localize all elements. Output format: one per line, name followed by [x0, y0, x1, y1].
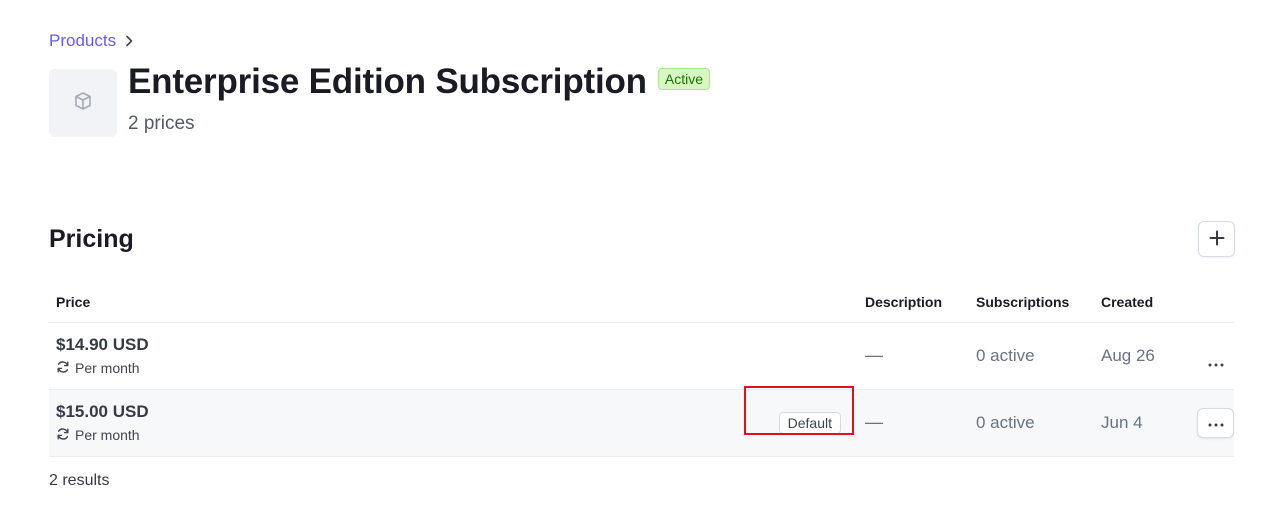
actions-cell [1184, 322, 1234, 390]
price-cell: $15.00 USD Per month Default [49, 389, 858, 457]
description-value: — [865, 345, 883, 365]
price-interval: Per month [56, 360, 858, 377]
table-row[interactable]: $15.00 USD Per month Default — 0 active [49, 389, 1234, 457]
price-interval-label: Per month [75, 360, 140, 376]
price-amount: $14.90 USD [56, 334, 149, 354]
price-interval-label: Per month [75, 427, 140, 443]
price-amount: $15.00 USD [56, 401, 149, 421]
description-value: — [865, 412, 883, 432]
recurring-icon [56, 427, 70, 444]
add-price-button[interactable] [1198, 221, 1235, 257]
subscriptions-value: 0 active [976, 345, 1035, 365]
actions-cell [1184, 389, 1234, 457]
status-badge: Active [657, 68, 710, 90]
table-row[interactable]: $14.90 USD Per month — 0 active Aug 26 [49, 322, 1234, 390]
column-header-price[interactable]: Price [49, 282, 858, 323]
default-badge-wrap: Default [778, 411, 858, 434]
created-value: Jun 4 [1101, 412, 1143, 432]
title-row: Enterprise Edition Subscription Active [128, 62, 710, 102]
column-header-actions [1184, 282, 1234, 323]
description-cell: — [858, 322, 969, 390]
product-thumbnail [49, 69, 117, 137]
row-actions-button[interactable] [1197, 407, 1234, 438]
price-count: 2 prices [128, 113, 195, 134]
created-cell: Jun 4 [1094, 389, 1184, 457]
recurring-icon [56, 360, 70, 377]
results-count: 2 results [49, 472, 110, 489]
created-value: Aug 26 [1101, 345, 1155, 365]
prices-table: Price Description Subscriptions Created … [49, 282, 1234, 457]
description-cell: — [858, 389, 969, 457]
column-header-subscriptions[interactable]: Subscriptions [969, 282, 1094, 323]
breadcrumb: Products [49, 31, 134, 51]
subscriptions-cell: 0 active [969, 322, 1094, 390]
box-icon [73, 91, 93, 116]
price-cell: $14.90 USD Per month [49, 322, 858, 390]
chevron-right-icon [124, 35, 134, 47]
row-actions-button[interactable] [1197, 348, 1234, 378]
default-badge: Default [778, 411, 841, 434]
plus-icon [1209, 230, 1225, 249]
more-horizontal-icon [1208, 355, 1224, 370]
subscriptions-value: 0 active [976, 412, 1035, 432]
column-header-description[interactable]: Description [858, 282, 969, 323]
column-header-created[interactable]: Created [1094, 282, 1184, 323]
page-title: Enterprise Edition Subscription [128, 62, 647, 101]
created-cell: Aug 26 [1094, 322, 1184, 390]
subscriptions-cell: 0 active [969, 389, 1094, 457]
breadcrumb-products-link[interactable]: Products [49, 31, 116, 51]
pricing-section-title: Pricing [49, 225, 134, 253]
table-header-row: Price Description Subscriptions Created [49, 282, 1234, 323]
more-horizontal-icon [1208, 415, 1224, 430]
price-interval: Per month [56, 427, 779, 444]
